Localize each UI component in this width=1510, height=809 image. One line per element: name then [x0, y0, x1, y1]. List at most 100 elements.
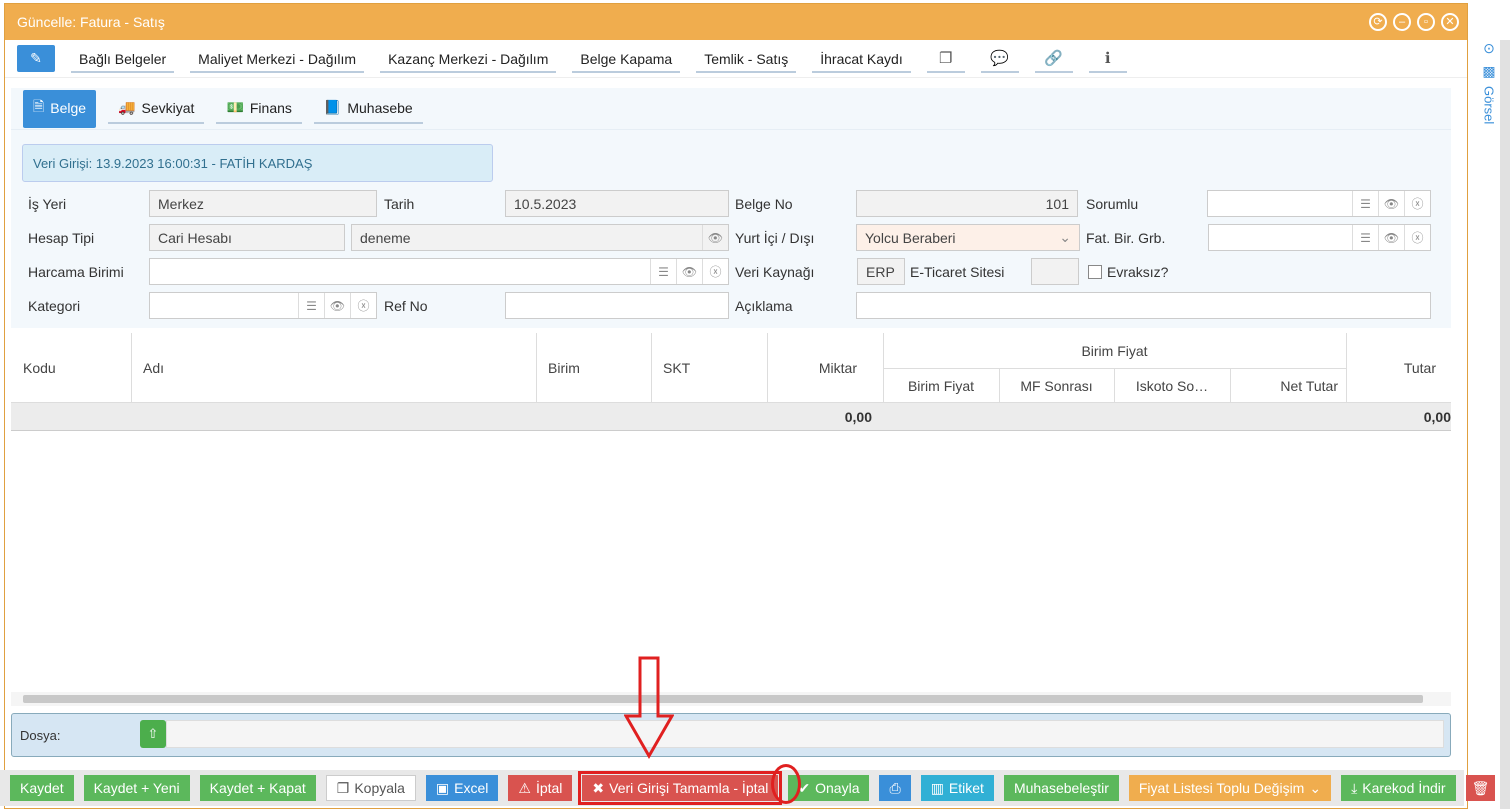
clear-icon[interactable]: ⓧ [1404, 191, 1430, 216]
col-iskoto[interactable]: Iskoto So… [1114, 369, 1230, 403]
col-skt[interactable]: SKT [663, 333, 690, 403]
warning-icon: ⚠ [518, 779, 531, 796]
background-edge [1500, 40, 1510, 809]
aciklama-field[interactable] [856, 292, 1431, 319]
sorumlu-field[interactable]: ☰ 👁 ⓧ [1207, 190, 1431, 217]
total-miktar: 0,00 [844, 409, 872, 425]
save-close-button[interactable]: Kaydet + Kapat [199, 775, 316, 801]
assignment-sale-button[interactable]: Temlik - Satış [696, 45, 797, 73]
window-titlebar: Güncelle: Fatura - Satış ⟳ – ▫ ✕ [5, 4, 1467, 40]
col-net-tutar[interactable]: Net Tutar [1230, 369, 1338, 403]
belge-no-field[interactable]: 101 [856, 190, 1078, 217]
copy-button[interactable]: ❐ Kopyala [325, 775, 416, 801]
clear-icon[interactable]: ⓧ [350, 293, 376, 318]
print-button[interactable]: ⎙ [879, 775, 911, 801]
col-mf-sonrasi[interactable]: MF Sonrası [999, 369, 1114, 403]
cancel-button[interactable]: ⚠ İptal [508, 775, 573, 801]
money-icon: 💵 [226, 99, 244, 115]
tab-sevkiyat[interactable]: 🚚 Sevkiyat [108, 93, 205, 124]
list-icon[interactable]: ☰ [650, 259, 676, 284]
aciklama-label: Açıklama [735, 298, 793, 314]
col-adi[interactable]: Adı [143, 333, 164, 403]
save-button[interactable]: Kaydet [10, 775, 74, 801]
ref-field[interactable] [505, 292, 729, 319]
col-tutar[interactable]: Tutar [1346, 333, 1436, 403]
clear-icon[interactable]: ⓧ [702, 259, 728, 284]
eticaret-field[interactable] [1031, 258, 1079, 285]
data-entry-info: Veri Girişi: 13.9.2023 16:00:31 - FATİH … [22, 144, 493, 182]
accounting-button[interactable]: Muhasebeleştir [1003, 775, 1119, 801]
qrcode-download-button[interactable]: ⤓ Karekod İndir [1341, 775, 1456, 801]
grid-totals-row: 0,00 0,00 [11, 403, 1451, 431]
clear-icon[interactable]: ⓧ [1404, 225, 1430, 250]
download-icon: ⤓ [1351, 779, 1358, 796]
save-new-button[interactable]: Kaydet + Yeni [83, 775, 190, 801]
eye-icon[interactable]: 👁 [324, 293, 350, 318]
eye-icon[interactable]: 👁 [702, 225, 728, 250]
sidebar-gorsel[interactable]: Görsel [1482, 86, 1497, 124]
price-list-bulk-change-button[interactable]: Fiyat Listesi Toplu Değişim ⌄ [1128, 775, 1332, 801]
close-icon[interactable]: ✕ [1441, 13, 1459, 31]
col-birim-fiyat[interactable]: Birim Fiyat [883, 369, 999, 403]
label-button[interactable]: ▥ Etiket [920, 775, 994, 801]
window-title: Güncelle: Fatura - Satış [17, 14, 165, 30]
col-miktar[interactable]: Miktar [767, 333, 857, 403]
kategori-field[interactable]: ☰ 👁 ⓧ [149, 292, 377, 319]
fat-label: Fat. Bir. Grb. [1086, 230, 1166, 246]
minimize-icon[interactable]: – [1393, 13, 1411, 31]
harcama-field[interactable]: ☰ 👁 ⓧ [149, 258, 729, 285]
yurt-select[interactable]: Yolcu Beraberi ⌄ [856, 224, 1080, 251]
linked-documents-button[interactable]: Bağlı Belgeler [71, 45, 175, 73]
fat-field[interactable]: ☰ 👁 ⓧ [1208, 224, 1431, 251]
profit-center-button[interactable]: Kazanç Merkezi - Dağılım [380, 45, 557, 73]
comment-icon[interactable]: 💬 [980, 45, 1019, 73]
document-closing-button[interactable]: Belge Kapama [572, 45, 681, 73]
info-icon[interactable]: ℹ [1088, 45, 1127, 73]
file-drop-area[interactable] [166, 720, 1444, 748]
list-icon[interactable]: ☰ [1352, 225, 1378, 250]
copy-icon: ❐ [336, 779, 350, 796]
evraksiz-checkbox[interactable] [1088, 265, 1102, 279]
hesap-tipi-field[interactable]: Cari Hesabı [149, 224, 345, 251]
col-birim[interactable]: Birim [548, 333, 580, 403]
tab-muhasebe[interactable]: 📘 Muhasebe [313, 93, 423, 124]
list-icon[interactable]: ☰ [1352, 191, 1378, 216]
close-icon: ✖ [592, 779, 605, 796]
col-group-birim-fiyat: Birim Fiyat [1081, 343, 1148, 359]
refresh-icon[interactable]: ⟳ [1369, 13, 1387, 31]
edit-button[interactable]: ✎ [17, 45, 55, 72]
scrollbar-thumb[interactable] [23, 695, 1423, 703]
cost-center-button[interactable]: Maliyet Merkezi - Dağılım [190, 45, 365, 73]
sorumlu-label: Sorumlu [1086, 196, 1139, 212]
eye-icon[interactable]: 👁 [1378, 191, 1404, 216]
tarih-field[interactable]: 10.5.2023 [505, 190, 729, 217]
tab-finans[interactable]: 💵 Finans [216, 93, 302, 124]
collapse-icon[interactable]: ⊙ [1483, 40, 1495, 57]
hesap-field[interactable]: deneme 👁 [351, 224, 729, 251]
tab-belge[interactable]: 🗎 Belge [23, 89, 97, 128]
hesap-value: deneme [360, 229, 411, 246]
excel-button[interactable]: ▣ Excel [425, 775, 499, 801]
annotation-arrow [624, 656, 674, 760]
eye-icon[interactable]: 👁 [676, 259, 702, 284]
restore-icon[interactable]: ▫ [1417, 13, 1435, 31]
veri-kaynagi-field[interactable]: ERP [857, 258, 905, 285]
link-icon[interactable]: 🔗 [1034, 45, 1073, 73]
total-tutar: 0,00 [1423, 409, 1451, 425]
belge-no-label: Belge No [735, 196, 793, 212]
col-kodu[interactable]: Kodu [23, 333, 56, 403]
pencil-icon: ✎ [30, 50, 42, 66]
horizontal-scrollbar[interactable] [11, 692, 1451, 706]
list-icon[interactable]: ☰ [298, 293, 324, 318]
copy-icon[interactable]: ❐ [926, 45, 965, 73]
eye-icon[interactable]: 👁 [1378, 225, 1404, 250]
data-entry-complete-cancel-button[interactable]: ✖ Veri Girişi Tamamla - İptal [578, 771, 783, 805]
annotation-circle [771, 764, 801, 804]
is-yeri-field[interactable]: Merkez [149, 190, 377, 217]
document-icon: 🗎 [33, 97, 45, 114]
chevron-down-icon: ⌄ [1309, 779, 1322, 796]
delete-button[interactable]: 🗑 [1465, 775, 1496, 801]
cloud-upload-icon[interactable]: ⇧ [140, 720, 166, 748]
export-record-button[interactable]: İhracat Kaydı [812, 45, 911, 73]
print-icon: ⎙ [889, 779, 901, 796]
